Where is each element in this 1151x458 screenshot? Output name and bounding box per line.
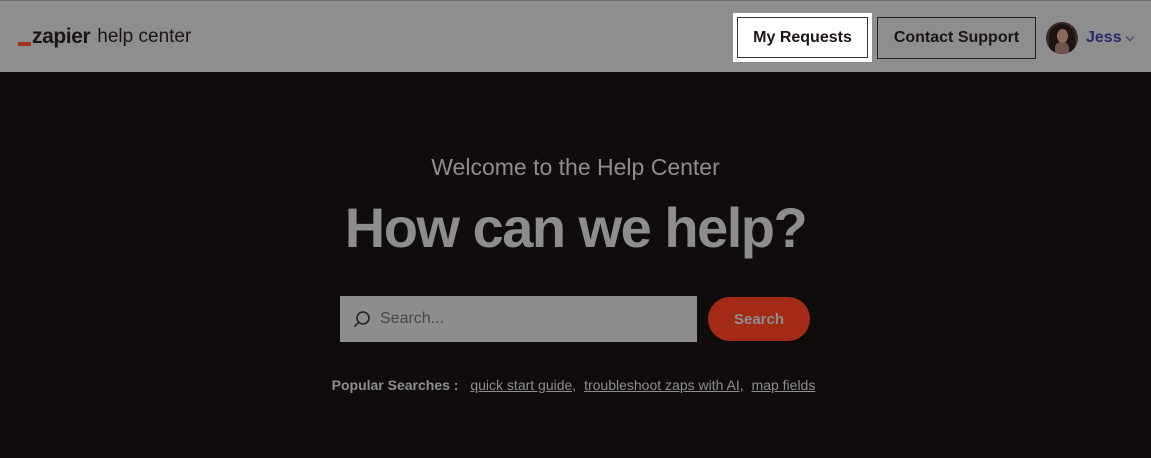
popular-searches-label: Popular Searches :: [331, 377, 459, 393]
top-navigation-bar: zapier help center My Requests Contact S…: [0, 0, 1151, 72]
user-avatar: [1046, 22, 1078, 54]
user-menu-toggle[interactable]: Jess: [1046, 22, 1134, 54]
hero-section: Welcome to the Help Center How can we he…: [0, 72, 1151, 458]
popular-link-quick-start[interactable]: quick start guide,: [470, 377, 576, 393]
search-input[interactable]: [380, 310, 680, 328]
chevron-down-icon: [1125, 32, 1134, 42]
my-requests-button[interactable]: My Requests: [733, 13, 872, 62]
page-headline: How can we help?: [344, 196, 808, 259]
my-requests-label: My Requests: [737, 17, 868, 58]
user-name: Jess: [1086, 29, 1122, 46]
search-button[interactable]: Search: [708, 297, 810, 341]
search-icon: [354, 311, 370, 327]
logo-subtitle: help center: [97, 26, 192, 47]
zapier-logo-mark: [18, 42, 31, 46]
logo-wordmark: zapier: [32, 25, 91, 48]
welcome-text: Welcome to the Help Center: [431, 154, 720, 180]
popular-link-map-fields[interactable]: map fields: [752, 377, 816, 393]
zapier-help-center-logo[interactable]: zapier help center: [18, 25, 191, 49]
popular-link-troubleshoot[interactable]: troubleshoot zaps with AI,: [584, 377, 744, 393]
popular-searches: Popular Searches : quick start guide, tr…: [0, 377, 1151, 393]
search-field[interactable]: [340, 296, 697, 342]
contact-support-button[interactable]: Contact Support: [877, 17, 1036, 59]
